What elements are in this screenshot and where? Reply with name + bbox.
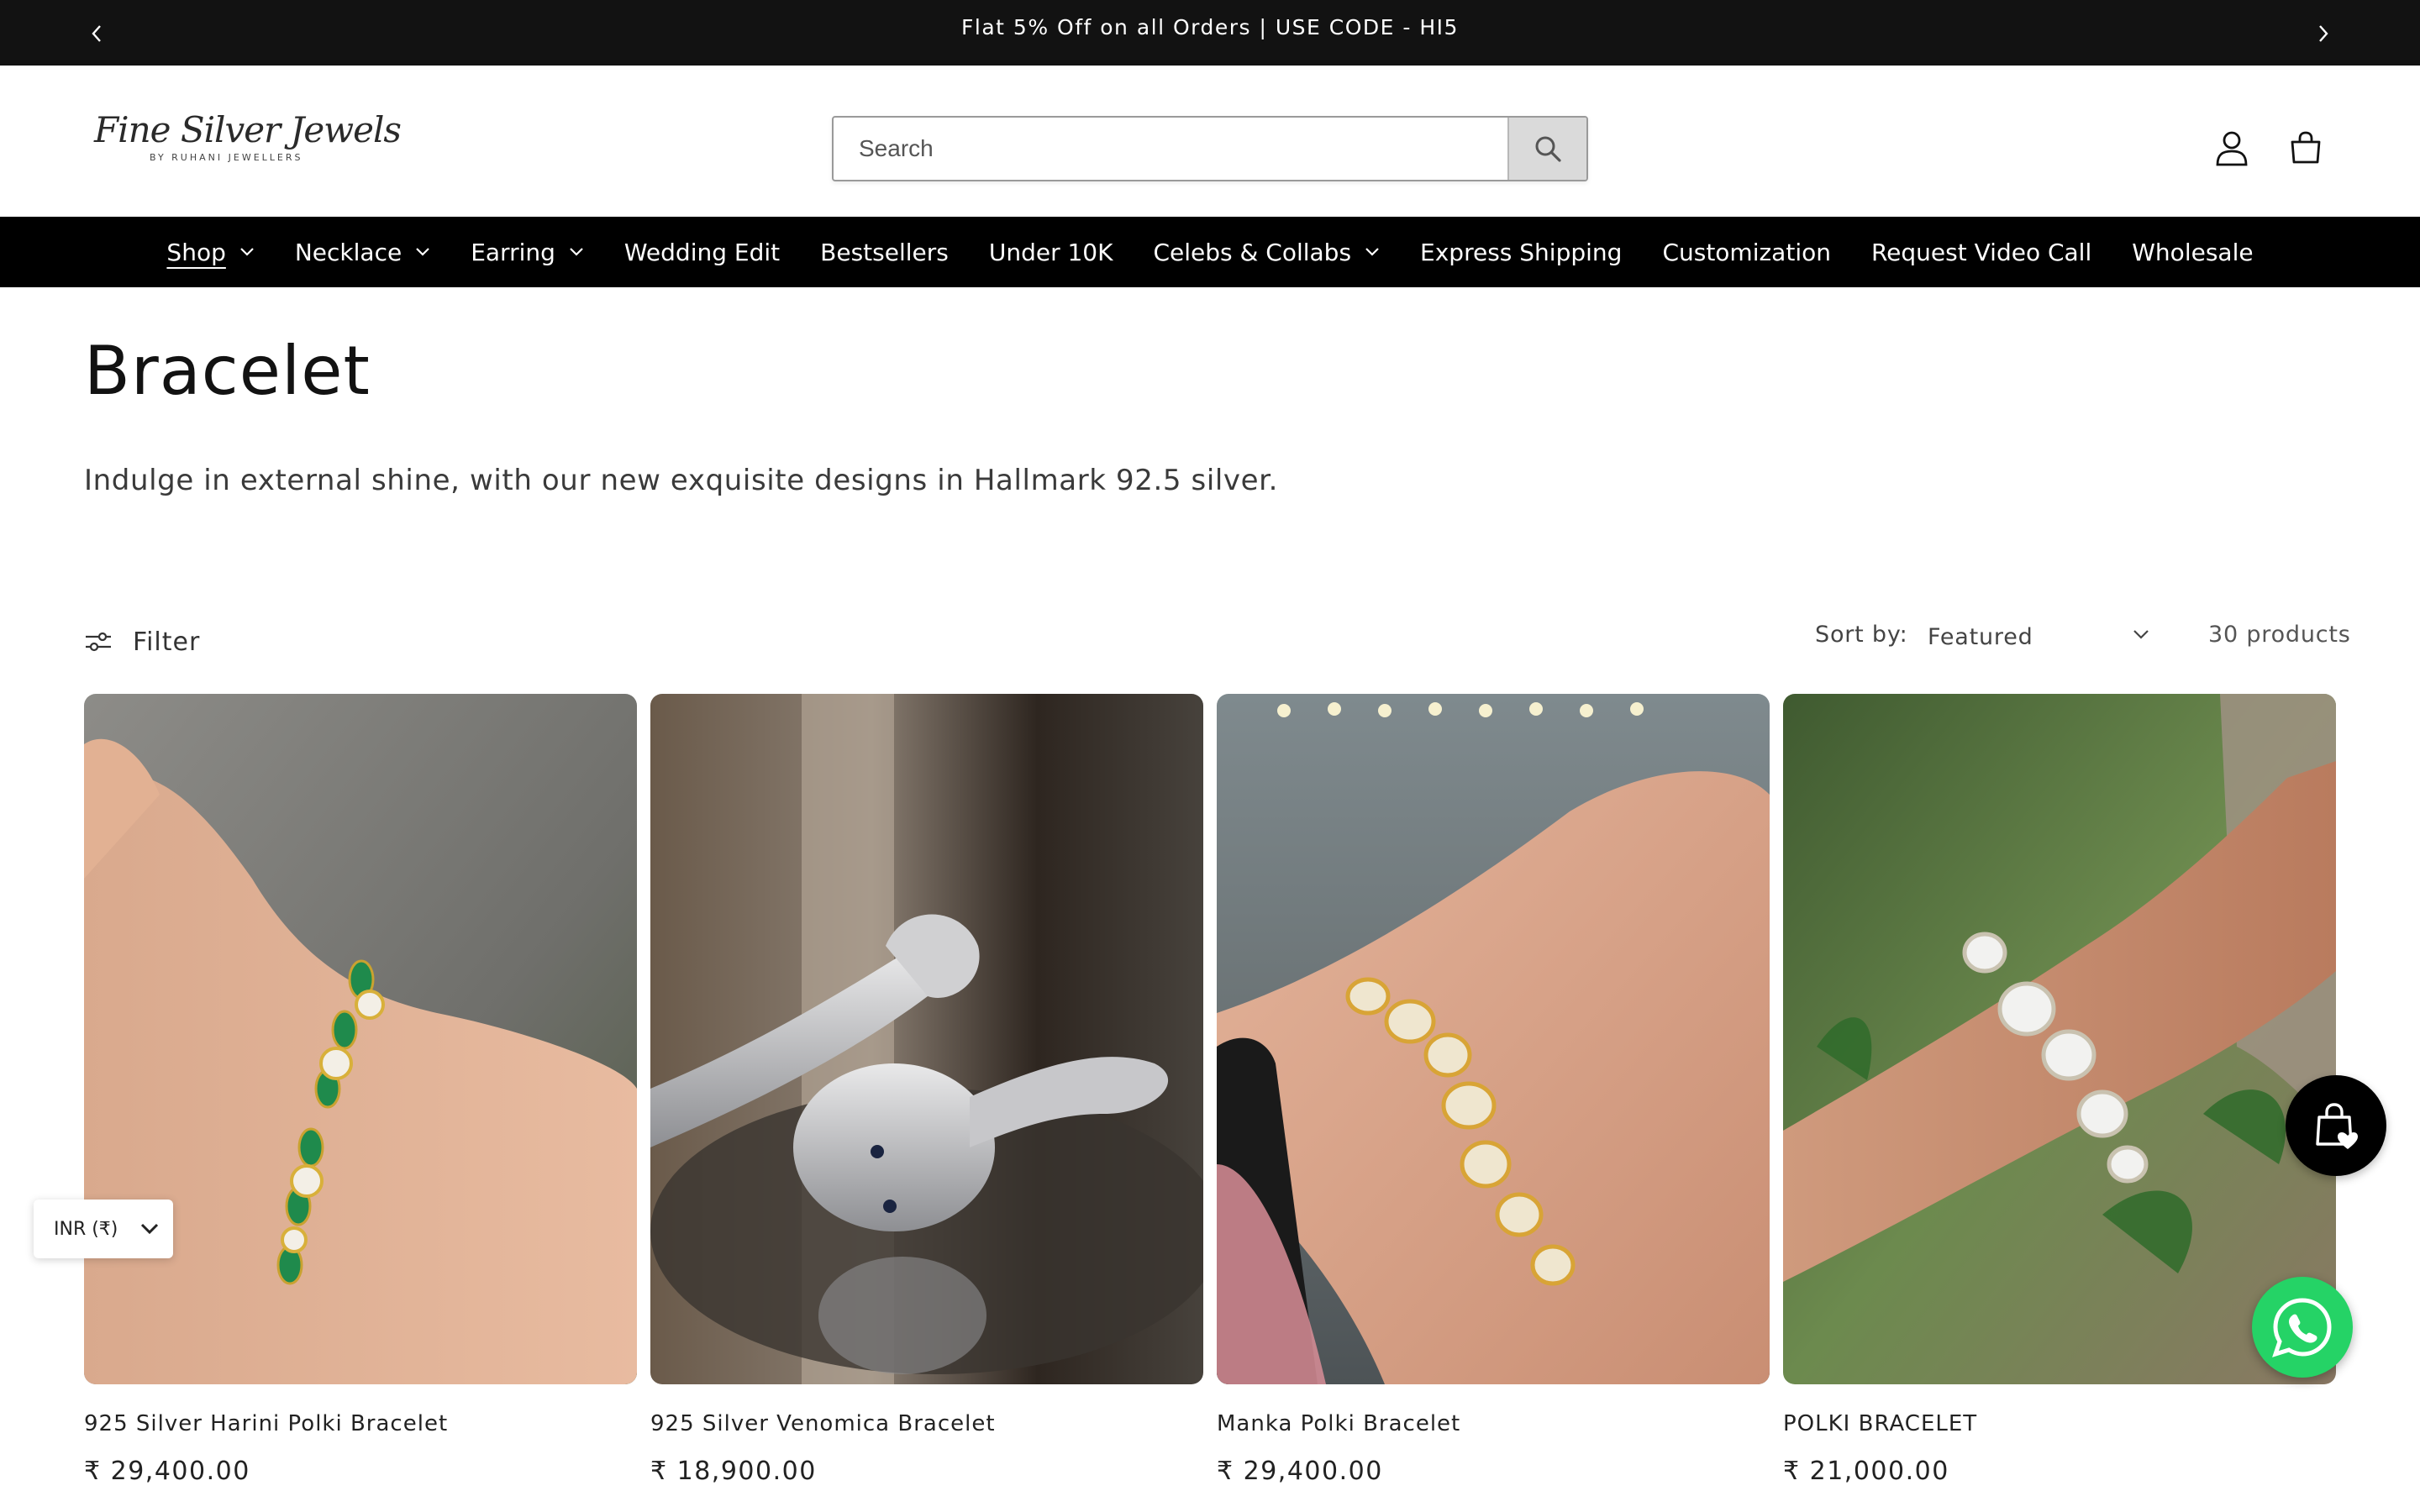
nav-item-label: Wholesale [2132, 238, 2254, 266]
nav-item-label: Customization [1662, 238, 1831, 266]
nav-item-request-video-call[interactable]: Request Video Call [1851, 239, 2112, 266]
product-price: ₹ 18,900.00 [650, 1457, 817, 1486]
product-card[interactable]: POLKI BRACELET ₹ 21,000.00 [1783, 694, 2336, 1512]
nav-item-label: Bestsellers [820, 238, 949, 266]
nav-item-under-10k[interactable]: Under 10K [969, 239, 1134, 266]
chevron-down-icon [1365, 247, 1380, 257]
nav-item-label: Necklace [294, 238, 402, 266]
currency-value: INR (₹) [54, 1218, 118, 1240]
nav-item-label: Express Shipping [1420, 238, 1623, 266]
nav-item-express-shipping[interactable]: Express Shipping [1400, 239, 1642, 266]
chevron-right-icon [2319, 25, 2328, 42]
sort-label: Sort by: [1815, 622, 1908, 648]
nav-item-customization[interactable]: Customization [1642, 239, 1851, 266]
sort-select[interactable]: Featured [1924, 613, 2160, 660]
nav-item-label: Earring [471, 238, 555, 266]
product-card[interactable]: Manka Polki Bracelet ₹ 29,400.00 [1217, 694, 1770, 1512]
chevron-down-icon [2133, 630, 2149, 639]
nav-item-wedding-edit[interactable]: Wedding Edit [604, 239, 800, 266]
product-card[interactable]: 925 Silver Harini Polki Bracelet ₹ 29,40… [84, 694, 637, 1512]
collection-description: Indulge in external shine, with our new … [84, 464, 1279, 497]
logo-script: Fine Silver Jewels [94, 109, 402, 150]
product-image[interactable] [650, 694, 1203, 1384]
search-button[interactable] [1507, 118, 1586, 180]
product-price: ₹ 29,400.00 [84, 1457, 250, 1486]
nav-item-earring[interactable]: Earring [450, 239, 604, 266]
nav-item-label: Under 10K [988, 238, 1113, 266]
product-image[interactable] [1217, 694, 1770, 1384]
search-bar [832, 116, 1588, 181]
currency-selector[interactable]: INR (₹) [34, 1200, 173, 1258]
cart-icon [2291, 131, 2321, 164]
nav-item-label: Wedding Edit [623, 238, 781, 266]
shopping-bag-heart-icon [2316, 1103, 2358, 1149]
search-icon [1535, 136, 1561, 162]
announcement-message[interactable]: Flat 5% Off on all Orders | USE CODE - H… [0, 15, 2420, 39]
product-name[interactable]: Manka Polki Bracelet [1217, 1411, 1460, 1436]
nav-item-label: Request Video Call [1870, 238, 2092, 266]
announcement-next-button[interactable] [2307, 17, 2340, 50]
product-grid: 925 Silver Harini Polki Bracelet ₹ 29,40… [84, 694, 2336, 1512]
filter-button[interactable]: Filter [84, 622, 200, 662]
nav-item-wholesale[interactable]: Wholesale [2112, 239, 2273, 266]
sliders-icon [86, 632, 111, 652]
cart-button[interactable] [2282, 124, 2329, 171]
site-logo[interactable]: Fine Silver Jewels BY RUHANI JEWELLERS [94, 109, 402, 176]
product-image[interactable] [1783, 694, 2336, 1384]
nav-item-label: Shop [166, 238, 226, 266]
whatsapp-button[interactable] [2252, 1277, 2353, 1378]
logo-subtitle: BY RUHANI JEWELLERS [150, 152, 303, 163]
product-count: 30 products [2208, 622, 2351, 648]
filter-label: Filter [133, 627, 201, 657]
wishlist-button[interactable] [2286, 1075, 2386, 1176]
nav-item-bestsellers[interactable]: Bestsellers [800, 239, 969, 266]
announcement-bar: Flat 5% Off on all Orders | USE CODE - H… [0, 0, 2420, 66]
product-card[interactable]: 925 Silver Venomica Bracelet ₹ 18,900.00 [650, 694, 1203, 1512]
account-icon [2216, 131, 2248, 166]
whatsapp-icon [2272, 1298, 2332, 1357]
nav-item-label: Celebs & Collabs [1153, 238, 1352, 266]
site-header: Fine Silver Jewels BY RUHANI JEWELLERS [0, 66, 2420, 217]
product-price: ₹ 29,400.00 [1217, 1457, 1383, 1486]
account-button[interactable] [2208, 124, 2255, 171]
collection-title: Bracelet [84, 332, 371, 410]
nav-item-celebs-collabs[interactable]: Celebs & Collabs [1134, 239, 1401, 266]
product-name[interactable]: POLKI BRACELET [1783, 1411, 1977, 1436]
nav-item-shop[interactable]: Shop [146, 239, 274, 266]
sort-value: Featured [1928, 623, 2033, 650]
chevron-down-icon [239, 247, 255, 257]
product-price: ₹ 21,000.00 [1783, 1457, 1949, 1486]
search-input[interactable] [834, 118, 1509, 180]
nav-item-necklace[interactable]: Necklace [275, 239, 450, 266]
main-navigation: Shop Necklace Earring Wedding Edit Bestselle… [0, 217, 2420, 287]
chevron-down-icon [415, 247, 430, 257]
product-image[interactable] [84, 694, 637, 1384]
product-name[interactable]: 925 Silver Venomica Bracelet [650, 1411, 996, 1436]
chevron-down-icon [569, 247, 584, 257]
chevron-down-icon [141, 1223, 159, 1235]
product-name[interactable]: 925 Silver Harini Polki Bracelet [84, 1411, 448, 1436]
